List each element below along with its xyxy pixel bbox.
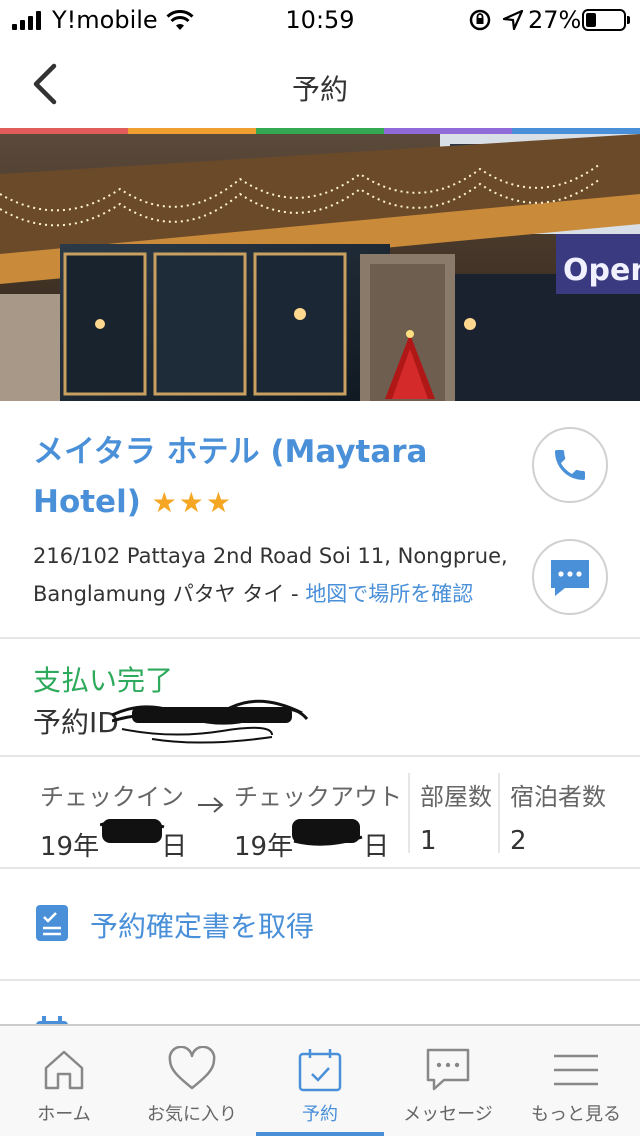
status-bar: Y!mobile 10:59 27% [0,0,640,40]
tab-messages[interactable]: メッセージ [384,1026,512,1136]
column-divider [498,773,500,853]
arrow-right-icon [198,797,224,813]
payment-section: 支払い完了 予約ID [0,639,640,757]
home-icon [44,1050,84,1090]
rooms-column: 部屋数 1 [420,777,492,856]
tab-label: もっと見る [531,1104,621,1125]
chat-button[interactable] [532,539,608,615]
rotation-lock-icon [468,9,492,35]
hotel-photo: Open [0,134,640,401]
guests-label: 宿泊者数 [510,783,606,811]
checkout-year: 19年 [234,832,294,862]
tab-label: 予約 [302,1104,338,1125]
chat-bubble-icon [551,560,589,596]
guests-value: 2 [510,826,527,856]
message-icon [426,1048,470,1091]
tab-more[interactable]: もっと見る [512,1026,640,1136]
heart-icon [168,1046,216,1090]
tab-home[interactable]: ホーム [0,1026,128,1136]
battery-icon [582,9,630,31]
document-icon [36,905,68,941]
tab-label: メッセージ [403,1104,493,1125]
battery-percentage: 27% [528,6,582,34]
page-title: 予約 [291,73,348,106]
checkout-day-suffix: 日 [363,832,390,862]
open-sign: Open [563,253,640,288]
checkout-label: チェックアウト [234,783,402,811]
redacted-checkout-date [292,819,363,846]
star-rating: ★★★ [151,486,233,519]
tab-label: ホーム [37,1104,91,1125]
checkin-year: 19年 [40,832,100,862]
column-divider [408,773,410,853]
tab-bar: ホーム お気に入り 予約 メッセージ もっと見る [0,1024,640,1136]
redacted-reservation-id [112,699,309,744]
reservation-id-label: 予約ID [33,706,119,739]
location-arrow-icon [502,9,524,35]
redacted-checkin-date [100,818,165,843]
hotel-name[interactable]: メイタラ ホテル (Maytara Hotel) ★★★ [33,427,503,528]
rooms-value: 1 [420,826,437,856]
map-link[interactable]: 地図で場所を確認 [305,582,473,606]
calendar-check-icon [298,1049,342,1092]
rooms-label: 部屋数 [420,783,492,811]
call-button[interactable] [532,427,608,503]
hotel-address: 216/102 Pattaya 2nd Road Soi 11, Nongpru… [33,537,533,613]
nav-bar: 予約 [0,40,640,128]
tab-reservations[interactable]: 予約 [256,1026,384,1136]
guests-column: 宿泊者数 2 [510,777,606,856]
tab-favorites[interactable]: お気に入り [128,1026,256,1136]
tab-label: お気に入り [147,1104,237,1125]
phone-icon [555,450,585,480]
payment-status: 支払い完了 [33,664,174,697]
hotel-info: メイタラ ホテル (Maytara Hotel) ★★★ 216/102 Pat… [0,401,640,639]
checkin-label: チェックイン [40,783,184,811]
stay-details: チェックイン 19年日 チェックアウト 19年日 部屋数 1 宿泊者数 2 [0,757,640,869]
get-confirmation-button[interactable]: 予約確定書を取得 [0,869,640,981]
get-confirmation-label: 予約確定書を取得 [90,910,315,943]
menu-icon [554,1054,598,1086]
